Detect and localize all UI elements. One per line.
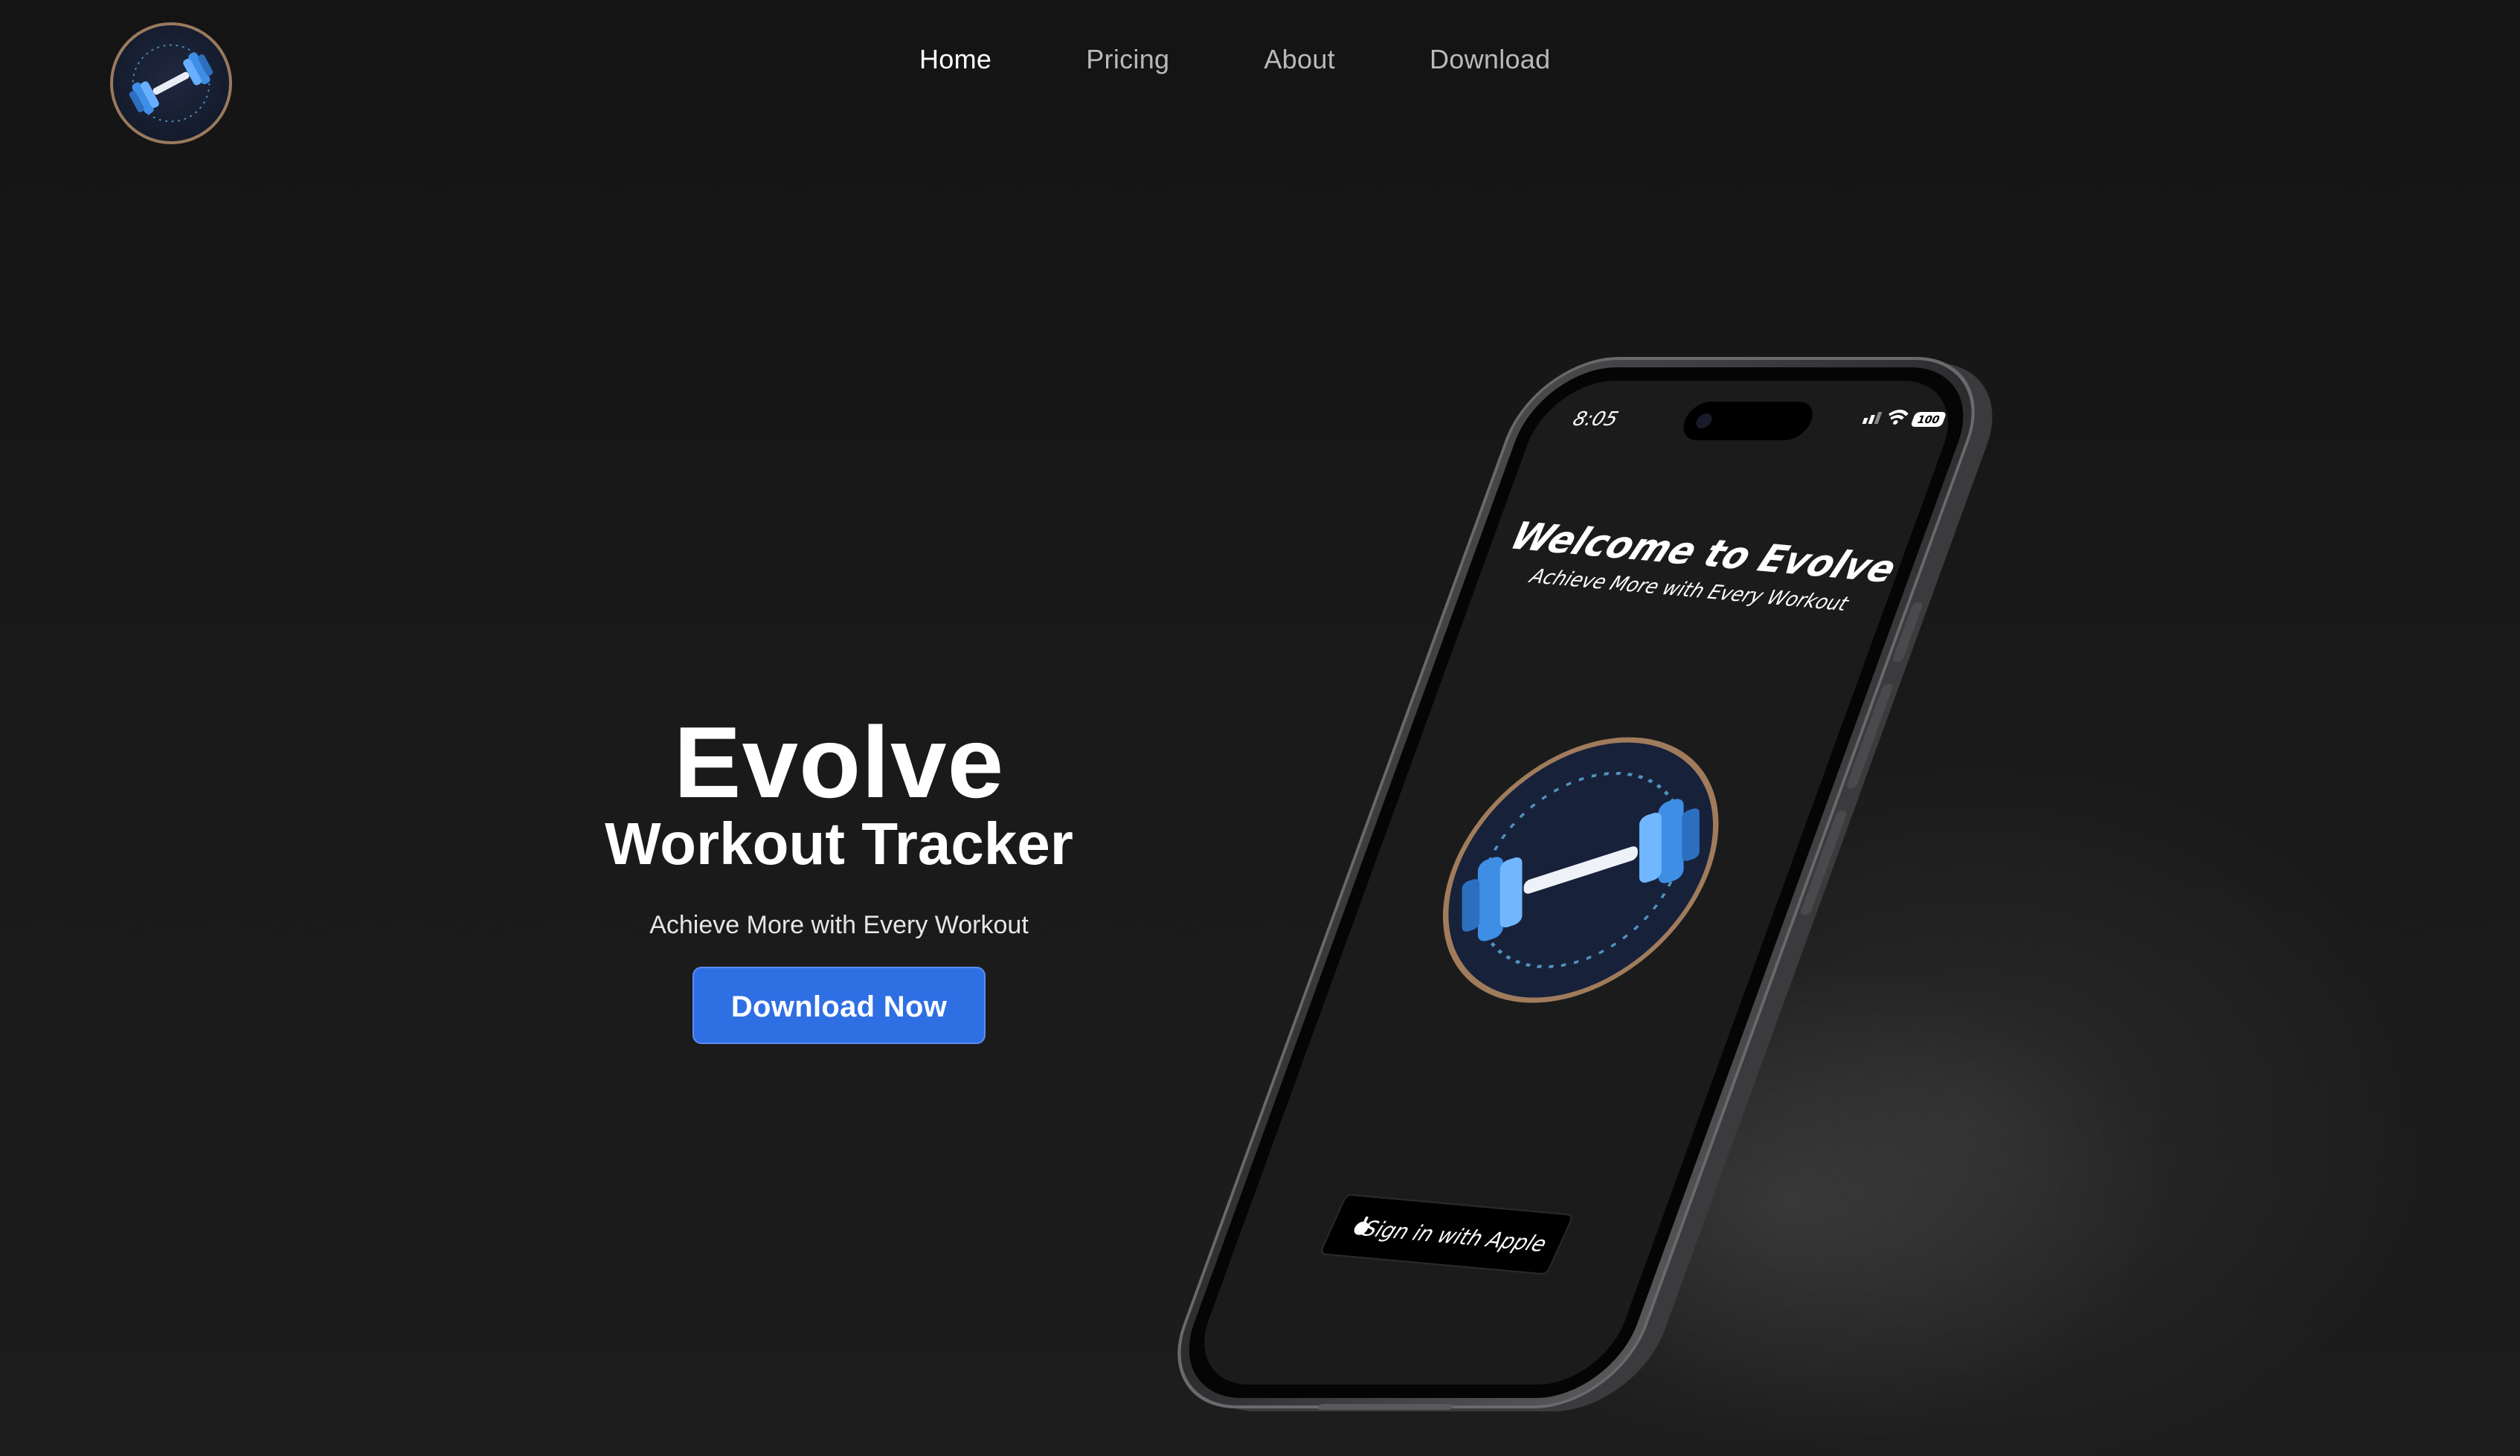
phone-mockup: 8:05 100 Welcome to Evolve Achieve More … (1177, 349, 2172, 1450)
download-now-button[interactable]: Download Now (692, 967, 986, 1044)
battery-icon: 100 (1911, 412, 1946, 427)
nav-pricing[interactable]: Pricing (1086, 39, 1169, 80)
nav-home[interactable]: Home (919, 39, 991, 80)
nav-about[interactable]: About (1264, 39, 1335, 80)
status-time: 8:05 (1569, 408, 1621, 431)
hero-tagline: Achieve More with Every Workout (649, 911, 1029, 939)
dumbbell-icon (129, 44, 213, 123)
phone-illustration: 8:05 100 Welcome to Evolve Achieve More … (1177, 357, 2172, 1450)
nav-download[interactable]: Download (1430, 39, 1551, 80)
logo-dumbbell-icon[interactable] (110, 22, 232, 144)
landing-page: Home Pricing About Download Evolve Worko… (0, 0, 2520, 1456)
hero-title: Evolve (673, 706, 1005, 819)
hero-section: Evolve Workout Tracker Achieve More with… (521, 706, 1157, 1044)
battery-level: 100 (1915, 414, 1941, 425)
main-nav: Home Pricing About Download (919, 39, 1550, 80)
hero-subtitle: Workout Tracker (605, 811, 1073, 877)
